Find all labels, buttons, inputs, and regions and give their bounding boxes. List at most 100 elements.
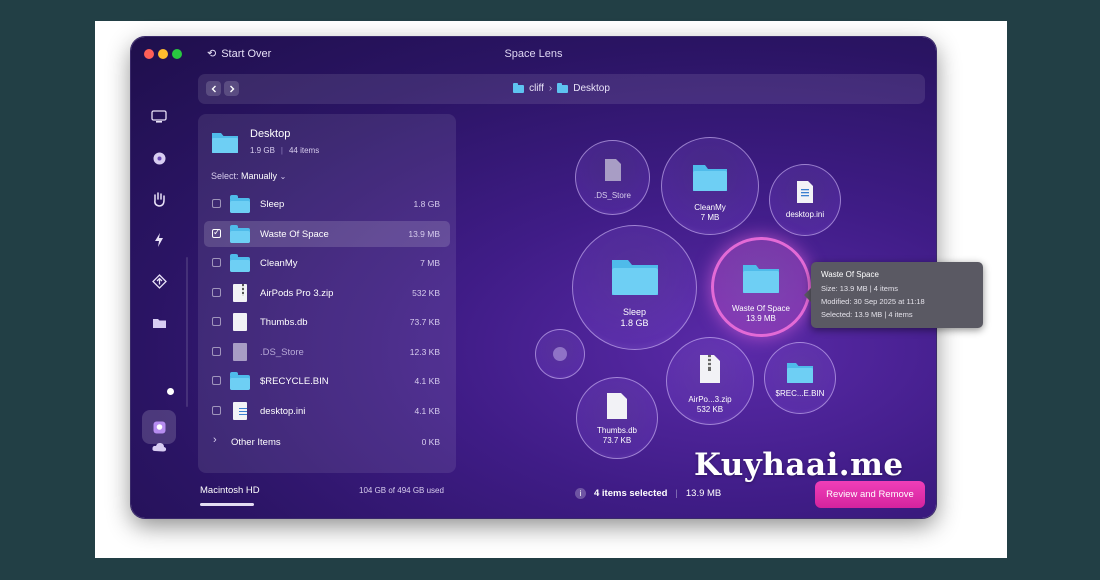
folder-icon[interactable]	[149, 313, 169, 333]
sidebar-scrollbar[interactable]	[186, 257, 188, 407]
document-icon	[607, 393, 627, 419]
disk-name: Macintosh HD	[200, 485, 260, 496]
list-item[interactable]: desktop.ini 4.1 KB	[204, 398, 450, 424]
row-name: Waste Of Space	[260, 228, 329, 240]
row-checkbox[interactable]	[212, 227, 221, 238]
bubble-cleanmy[interactable]: CleanMy 7 MB	[661, 137, 759, 235]
list-item[interactable]: $RECYCLE.BIN 4.1 KB	[204, 368, 450, 394]
bubble-desktop-ini-name: desktop.ini	[785, 210, 825, 219]
chevron-down-icon: ⌄	[279, 172, 287, 181]
ini-file-icon	[230, 401, 250, 420]
row-checkbox[interactable]	[212, 376, 221, 385]
row-size: 1.8 GB	[413, 199, 440, 209]
folder-icon	[230, 195, 250, 213]
monitor-icon[interactable]	[149, 107, 169, 127]
space-lens-icon[interactable]	[149, 417, 169, 437]
disk-icon[interactable]	[149, 148, 169, 168]
updater-icon[interactable]	[149, 271, 169, 291]
list-item[interactable]: CleanMy 7 MB	[204, 250, 450, 276]
row-size: 4.1 KB	[414, 376, 440, 386]
bubble-sleep[interactable]: Sleep 1.8 GB	[572, 225, 697, 350]
folder-icon	[693, 165, 727, 191]
ini-file-icon	[797, 181, 813, 203]
select-mode-dropdown[interactable]: Select: Manually ⌄	[211, 171, 286, 181]
hand-icon[interactable]	[149, 189, 169, 209]
list-item[interactable]: .DS_Store 12.3 KB	[204, 339, 450, 365]
folder-icon	[611, 260, 658, 295]
breadcrumb-desktop[interactable]: Desktop	[573, 83, 610, 94]
row-size: 4.1 KB	[414, 405, 440, 416]
list-item[interactable]: Thumbs.db 73.7 KB	[204, 309, 450, 335]
row-size: 12.3 KB	[409, 346, 440, 357]
row-checkbox[interactable]	[212, 405, 221, 415]
bubble-cleanmy-size: 7 MB	[700, 213, 720, 222]
row-checkbox[interactable]	[212, 317, 221, 326]
folder-icon	[230, 254, 250, 272]
other-items-label: Other Items	[231, 437, 281, 448]
sidebar	[131, 99, 188, 518]
tooltip-body: Waste Of Space Size: 13.9 MB | 4 items M…	[811, 262, 983, 328]
info-icon[interactable]: i	[575, 488, 586, 499]
notification-dot	[167, 388, 174, 395]
item-tooltip: Waste Of Space Size: 13.9 MB | 4 items M…	[711, 262, 983, 328]
breadcrumb: cliff › Desktop	[198, 82, 925, 94]
bubble-ds-store-name: .DS_Store	[594, 191, 631, 200]
bubble-desktop-ini[interactable]: desktop.ini	[769, 164, 841, 236]
document-icon	[230, 342, 250, 361]
bubble-ds-store[interactable]: .DS_Store	[575, 140, 650, 215]
path-bar: cliff › Desktop	[198, 74, 925, 104]
bubble-recycle-bin[interactable]: $REC...E.BIN	[764, 342, 836, 414]
cloud-icon[interactable]	[149, 437, 169, 457]
row-size: 73.7 KB	[409, 317, 440, 327]
lightning-icon[interactable]	[149, 230, 169, 250]
bubble-cleanmy-name: CleanMy	[694, 203, 726, 212]
row-name: .DS_Store	[260, 346, 304, 358]
folder-icon	[230, 372, 250, 390]
bubble-thumbs-db[interactable]: Thumbs.db 73.7 KB	[576, 377, 658, 459]
folder-icon	[230, 224, 250, 243]
row-size: 532 KB	[412, 287, 440, 298]
bubble-small-item[interactable]	[535, 329, 585, 379]
small-item-dot	[553, 347, 567, 361]
row-checkbox[interactable]	[212, 346, 221, 356]
row-size: 7 MB	[420, 258, 440, 268]
row-checkbox[interactable]	[212, 258, 221, 267]
tooltip-arrow	[804, 288, 811, 302]
zip-file-icon	[700, 355, 720, 383]
folder-icon	[211, 130, 239, 159]
other-items-size: 0 KB	[421, 437, 440, 447]
title-bar: ⟲ Start Over Space Lens	[131, 37, 936, 71]
file-list-panel: Desktop 1.9 GB | 44 items Select: Manual…	[198, 114, 456, 473]
row-name: $RECYCLE.BIN	[260, 376, 329, 387]
review-and-remove-button[interactable]: Review and Remove	[815, 481, 925, 508]
assistant-icon[interactable]	[149, 516, 169, 518]
document-icon	[604, 159, 621, 181]
row-name: Sleep	[260, 199, 285, 210]
summary-divider: |	[675, 488, 678, 499]
folder-icon	[557, 82, 569, 93]
tooltip-selected: Selected: 13.9 MB | 4 items	[821, 310, 913, 319]
bubble-airpods-zip[interactable]: AirPo...3.zip 532 KB	[666, 337, 754, 425]
current-folder-meta: 1.9 GB | 44 items	[250, 146, 319, 155]
bubble-thumbs-name: Thumbs.db	[596, 426, 638, 435]
bubble-sleep-name: Sleep	[622, 307, 647, 317]
bubble-thumbs-size: 73.7 KB	[602, 436, 632, 445]
breadcrumb-cliff[interactable]: cliff	[529, 83, 544, 94]
breadcrumb-separator: ›	[548, 83, 553, 94]
list-item[interactable]: AirPods Pro 3.zip 532 KB	[204, 280, 450, 306]
folder-item-count: 44 items	[288, 146, 320, 155]
bubble-airpods-name: AirPo...3.zip	[688, 395, 732, 404]
folder-icon	[513, 82, 525, 93]
row-checkbox[interactable]	[212, 199, 221, 208]
select-label: Select:	[211, 171, 239, 181]
current-folder-name: Desktop	[250, 128, 291, 140]
list-item[interactable]: Waste Of Space 13.9 MB	[204, 220, 450, 247]
row-checkbox[interactable]	[212, 287, 221, 297]
list-item[interactable]: Sleep 1.8 GB	[204, 191, 450, 217]
row-size: 13.9 MB	[408, 228, 440, 239]
bubble-recycle-name: $REC...E.BIN	[775, 389, 825, 398]
disk-usage: 104 GB of 494 GB used	[359, 486, 444, 495]
selected-size: 13.9 MB	[685, 488, 722, 499]
other-items-row[interactable]: › Other Items 0 KB	[204, 429, 450, 455]
row-name: CleanMy	[260, 258, 298, 269]
